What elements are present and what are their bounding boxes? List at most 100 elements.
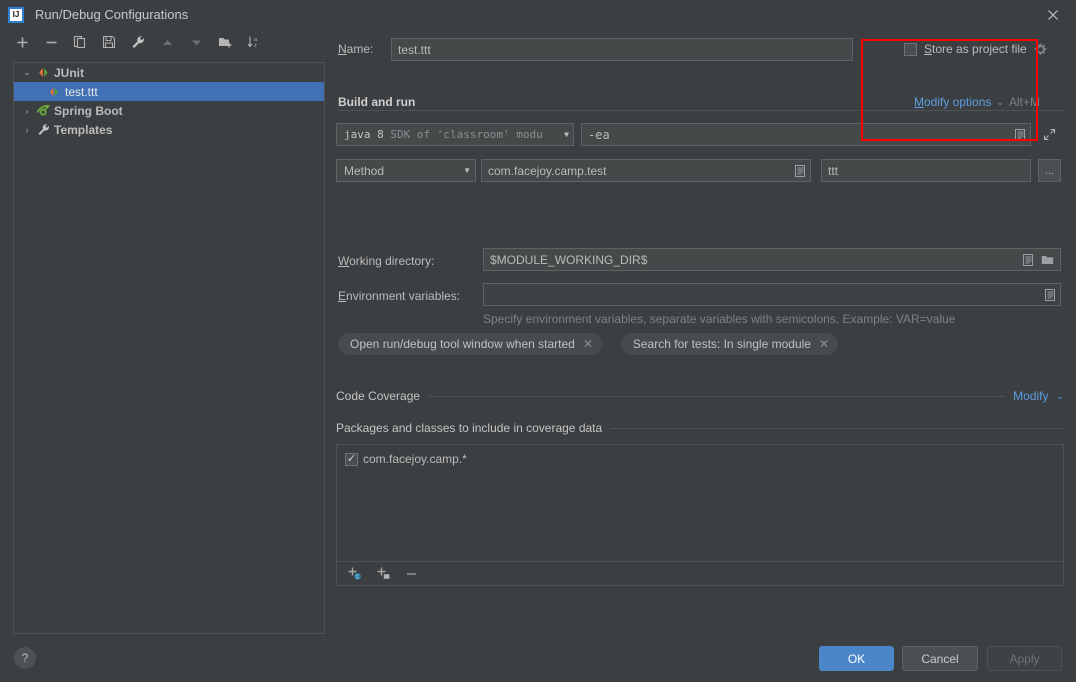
chevron-down-icon[interactable]: ▼ [564,130,569,139]
browse-folder-icon[interactable] [1041,254,1055,266]
help-button[interactable]: ? [14,647,36,669]
divider [610,427,1064,429]
wrench-icon [34,123,52,136]
close-icon[interactable] [1030,0,1076,29]
ok-button[interactable]: OK [819,646,894,671]
check-icon: ✓ [346,452,357,465]
configuration-editor-panel: Name: test.ttt Store as project file Bui… [326,29,1076,637]
name-label: Name: [338,42,374,56]
svg-text:z: z [254,43,257,49]
class-input-value: com.facejoy.camp.test [488,163,607,178]
tree-item-spring-boot[interactable]: › Spring Boot [14,101,324,120]
working-directory-value: $MODULE_WORKING_DIR$ [490,252,648,267]
modify-options-shortcut: Alt+M [1008,95,1040,109]
macros-icon[interactable] [1022,253,1034,266]
tree-item-test-ttt[interactable]: test.ttt [14,82,324,101]
jre-combobox[interactable]: java 8 SDK of 'classroom' modu ▼ [336,123,574,146]
chip-open-run-debug-tool-window[interactable]: Open run/debug tool window when started … [338,333,602,355]
tree-item-templates[interactable]: › Templates [14,120,324,139]
chevron-down-icon[interactable]: ⌄ [20,67,34,78]
test-kind-value: Method [344,163,385,178]
choose-class-icon[interactable] [794,164,806,177]
tree-item-label: Templates [54,122,113,137]
add-package-button[interactable] [376,566,391,581]
chip-label: Search for tests: In single module [632,337,811,351]
code-coverage-section-header: Code Coverage Modify ⌄ [336,389,1064,403]
svg-text:C: C [356,575,360,581]
name-input[interactable]: test.ttt [391,38,853,61]
remove-pattern-button[interactable] [405,567,419,581]
divider [428,395,1006,397]
chevron-right-icon[interactable]: › [20,125,34,135]
move-up-button[interactable] [159,34,175,50]
tree-item-label: Spring Boot [54,103,123,118]
method-input-value: ttt [828,163,839,178]
chevron-down-icon[interactable]: ▼ [463,166,471,175]
configurations-sidebar: a z ⌄ JUnit test.ttt › Spring Boot › Tem… [0,29,326,637]
add-class-button[interactable]: C [347,566,362,581]
vm-options-value: -ea [588,127,610,142]
browse-method-button[interactable]: ... [1038,159,1061,182]
sort-configurations-button[interactable]: a z [246,34,262,50]
new-folder-button[interactable] [217,34,233,50]
name-row: Name: [338,42,373,56]
apply-label: Apply [1009,651,1040,666]
method-input[interactable]: ttt [821,159,1031,182]
options-chips: Open run/debug tool window when started … [338,333,839,355]
jre-value: java 8 [344,128,384,141]
junit-icon [45,86,63,98]
dialog-footer: ? OK Cancel Apply [0,637,1076,682]
environment-variables-label: Environment variables: [338,289,461,303]
add-configuration-button[interactable] [14,34,30,50]
build-and-run-header: Build and run [338,95,416,109]
test-kind-combobox[interactable]: Method ▼ [336,159,476,182]
working-directory-input[interactable]: $MODULE_WORKING_DIR$ [483,248,1061,271]
expand-editor-icon[interactable] [1014,128,1026,141]
close-icon[interactable]: ✕ [819,337,829,351]
class-input[interactable]: com.facejoy.camp.test [481,159,811,182]
help-label: ? [21,651,29,665]
code-coverage-modify-link[interactable]: Modify [1013,389,1048,403]
coverage-list-toolbar: C [336,562,1064,586]
window-titlebar: IJ Run/Debug Configurations [0,0,1076,29]
working-directory-label: Working directory: [338,254,435,268]
intellij-idea-logo-icon: IJ [8,6,24,23]
modify-options-row: Modify options ⌄ Alt+M [914,95,1040,109]
gear-icon[interactable] [1034,43,1047,56]
configurations-tree[interactable]: ⌄ JUnit test.ttt › Spring Boot › Templat… [13,62,325,634]
modify-options-link[interactable]: Modify options [914,95,991,109]
vm-options-input[interactable]: -ea [581,123,1031,146]
coverage-pattern-label: com.facejoy.camp.* [363,452,467,466]
cancel-button[interactable]: Cancel [902,646,978,671]
chip-label: Open run/debug tool window when started [350,337,575,351]
store-as-project-file-checkbox[interactable] [904,42,917,56]
chevron-right-icon[interactable]: › [20,106,34,116]
name-section-divider [338,110,1064,111]
packages-title: Packages and classes to include in cover… [336,421,603,435]
name-input-value: test.ttt [398,42,431,57]
move-down-button[interactable] [188,34,204,50]
environment-variables-input[interactable] [483,283,1061,306]
spring-boot-icon [34,104,52,117]
coverage-patterns-list[interactable]: ✓ com.facejoy.camp.* [336,444,1064,562]
copy-configuration-button[interactable] [72,34,88,50]
chevron-down-icon[interactable]: ⌄ [1056,391,1064,402]
window-title: Run/Debug Configurations [35,7,189,22]
sidebar-toolbar: a z [0,29,326,55]
store-as-project-file-row[interactable]: Store as project file [904,42,1047,56]
edit-templates-wrench-icon[interactable] [130,34,146,50]
coverage-list-item[interactable]: ✓ com.facejoy.camp.* [337,445,1063,466]
chip-search-for-tests[interactable]: Search for tests: In single module ✕ [620,333,839,355]
apply-button[interactable]: Apply [987,646,1062,671]
close-icon[interactable]: ✕ [583,337,593,351]
chevron-down-icon[interactable]: ⌄ [996,97,1004,108]
remove-configuration-button[interactable] [43,34,59,50]
save-configuration-button[interactable] [101,34,117,50]
code-coverage-title: Code Coverage [336,389,421,403]
edit-env-vars-icon[interactable] [1044,288,1056,301]
expand-vm-options-button[interactable] [1038,123,1061,146]
logo-text: IJ [12,9,20,19]
ok-label: OK [847,651,866,666]
tree-item-junit[interactable]: ⌄ JUnit [14,63,324,82]
coverage-pattern-checkbox[interactable]: ✓ [345,452,358,466]
